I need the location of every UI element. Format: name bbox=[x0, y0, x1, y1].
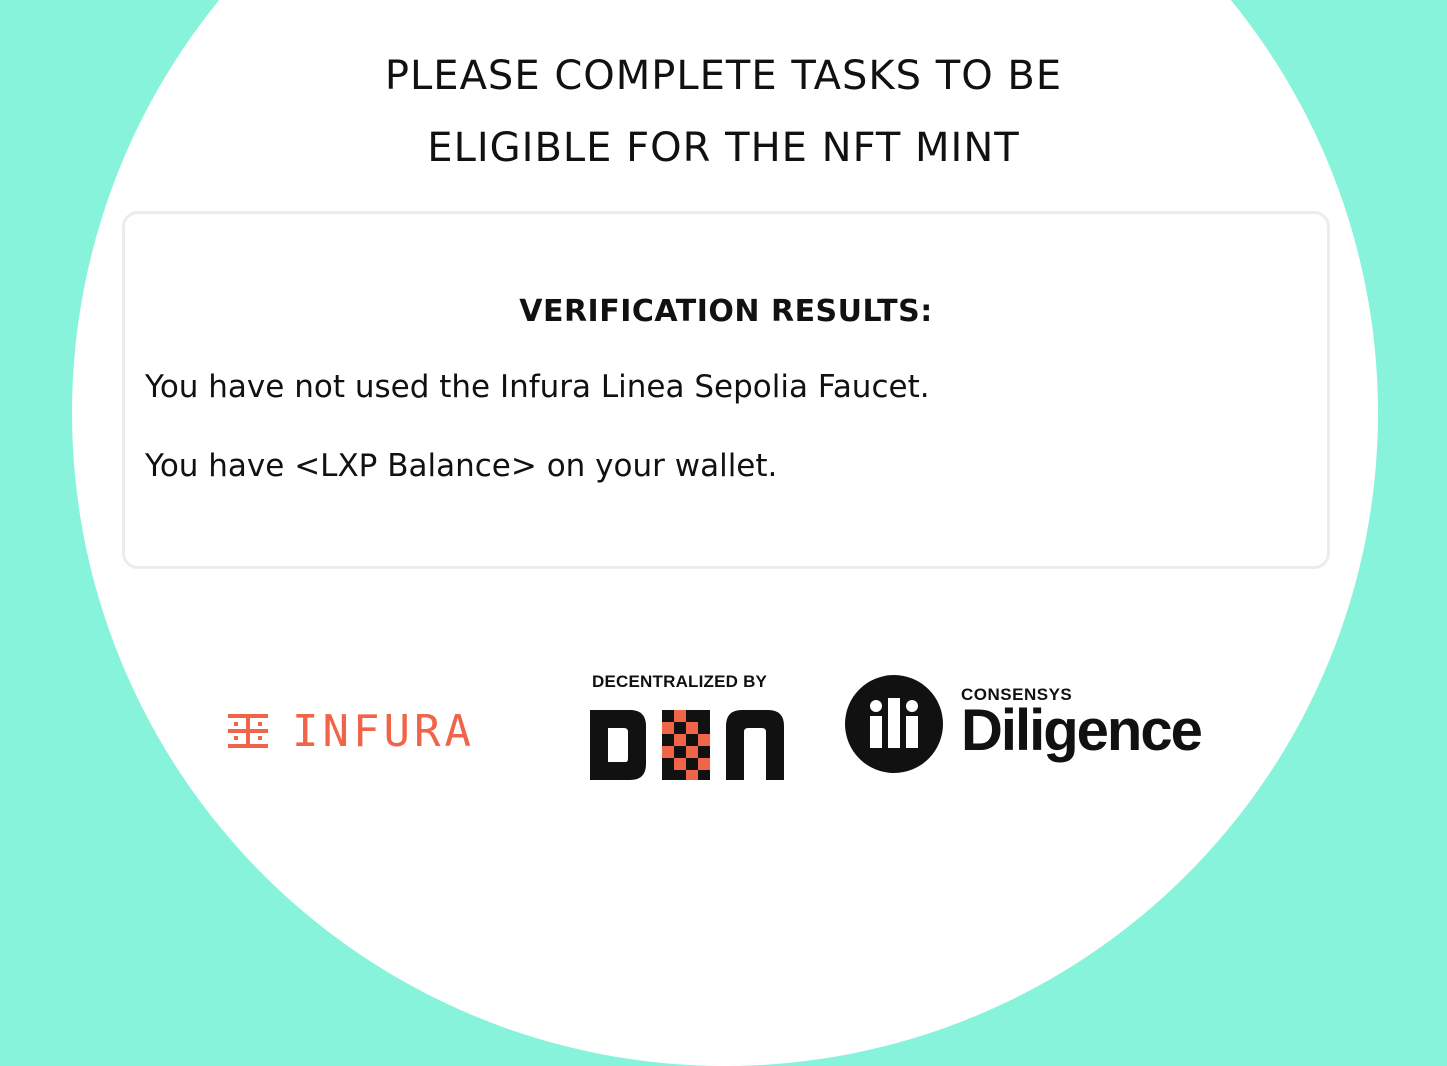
din-wordmark bbox=[590, 710, 784, 780]
consensys-diligence-logo: CONSENSYS Diligence bbox=[845, 674, 1203, 774]
title-line-2: ELIGIBLE FOR THE NFT MINT bbox=[427, 125, 1020, 171]
decentralized-by-caption: DECENTRALIZED BY bbox=[592, 672, 768, 691]
diligence-text: Diligence bbox=[961, 698, 1203, 763]
din-logo: DECENTRALIZED BY bbox=[590, 672, 790, 786]
ili-icon bbox=[845, 675, 943, 773]
ili-glyph bbox=[870, 698, 918, 748]
infura-icon bbox=[228, 714, 268, 748]
diligence-wordmark: CONSENSYS Diligence bbox=[961, 685, 1203, 763]
infura-logo: INFURA bbox=[228, 705, 475, 757]
faucet-result-text: You have not used the Infura Linea Sepol… bbox=[145, 369, 930, 405]
verification-results-card: VERIFICATION RESULTS: You have not used … bbox=[122, 211, 1330, 569]
verification-results-heading: VERIFICATION RESULTS: bbox=[519, 294, 933, 329]
page-title: PLEASE COMPLETE TASKS TO BE ELIGIBLE FOR… bbox=[0, 40, 1447, 184]
lxp-balance-text: You have <LXP Balance> on your wallet. bbox=[145, 448, 778, 484]
infura-wordmark: INFURA bbox=[292, 705, 475, 757]
title-line-1: PLEASE COMPLETE TASKS TO BE bbox=[384, 53, 1063, 99]
